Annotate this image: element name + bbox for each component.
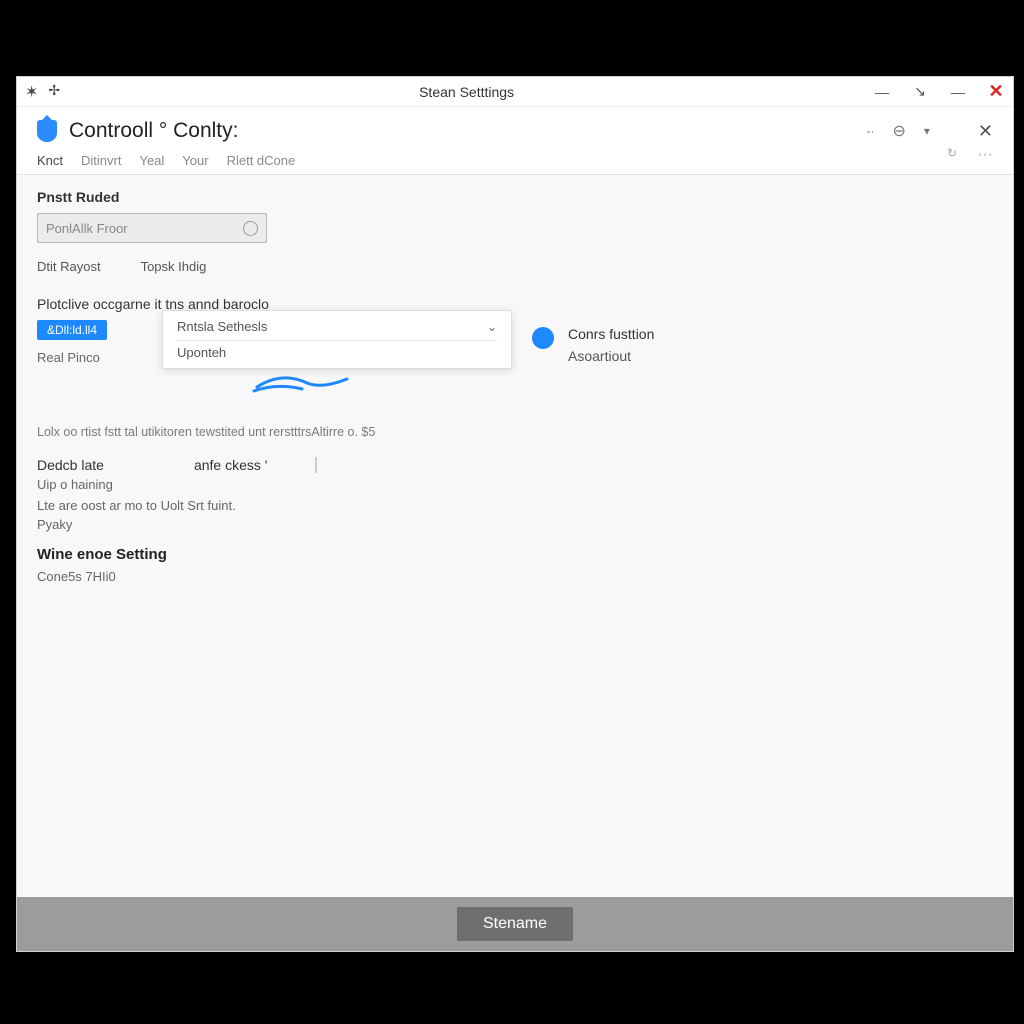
close-soft-icon[interactable]: ✕ bbox=[978, 121, 993, 142]
titlebar-left-icons: ✶ ✢ bbox=[25, 82, 60, 102]
search-placeholder-text: PonlAllk Froor bbox=[46, 221, 128, 236]
dash-icon[interactable]: -· bbox=[866, 124, 874, 138]
tab-1[interactable]: Ditinvrt bbox=[81, 153, 121, 168]
line2: Lte are oost ar mo to Uolt Srt fuint. bbox=[37, 498, 993, 513]
search-input[interactable]: PonlAllk Froor bbox=[37, 213, 267, 243]
settings-window: ✶ ✢ Stean Setttings — ↘ — ✕ Controoll ° … bbox=[16, 76, 1014, 952]
section1-links: Dtit Rayost Topsk Ihdig bbox=[37, 259, 993, 274]
section1-title: Pnstt Ruded bbox=[37, 189, 993, 205]
link-a[interactable]: Dtit Rayost bbox=[37, 259, 101, 274]
content-area: Pnstt Ruded PonlAllk Froor Dtit Rayost T… bbox=[17, 175, 1013, 897]
title-bar: ✶ ✢ Stean Setttings — ↘ — ✕ bbox=[17, 77, 1013, 107]
breadcrumb-text: Controoll ° Conlty: bbox=[69, 119, 238, 143]
tab-4[interactable]: Rlett dCone bbox=[227, 153, 296, 168]
link-b[interactable]: Topsk Ihdig bbox=[141, 259, 207, 274]
pair-a: Dedcb late bbox=[37, 457, 104, 473]
refresh-icon[interactable]: ↻ bbox=[947, 146, 957, 164]
tab-0[interactable]: Knct bbox=[37, 153, 63, 168]
toggle-label: Conrs fusttion bbox=[568, 323, 654, 345]
tabs: Knct Ditinvrt Yeal Your Rlett dCone bbox=[37, 153, 295, 174]
window-title: Stean Setttings bbox=[60, 84, 873, 100]
divider-icon bbox=[315, 457, 317, 473]
minimize1-icon[interactable]: — bbox=[873, 84, 891, 100]
header-actions: -· ⊖ ▾ ✕ bbox=[866, 121, 993, 142]
section3-title: Wine enoe Setting bbox=[37, 546, 993, 563]
star-icon[interactable]: ✶ bbox=[25, 82, 38, 102]
brand-icon bbox=[37, 120, 57, 142]
toggle-group: Conrs fusttion Asoartiout bbox=[532, 323, 654, 368]
header: Controoll ° Conlty: -· ⊖ ▾ ✕ Knct Ditinv… bbox=[17, 107, 1013, 175]
footer-bar: Stename bbox=[17, 897, 1013, 951]
scribble-decoration bbox=[252, 373, 352, 393]
header-secondary-actions: ↻ ··· bbox=[947, 146, 993, 164]
helper-note: Lolx oo rtist fstt tal utikitoren tewsti… bbox=[37, 425, 993, 439]
chevron-down-icon[interactable]: ⌄ bbox=[487, 320, 497, 334]
restore-icon[interactable]: ↘ bbox=[911, 83, 929, 100]
tab-2[interactable]: Yeal bbox=[139, 153, 164, 168]
toggle-dot[interactable] bbox=[532, 327, 554, 349]
dropdown-body[interactable]: Uponteh bbox=[177, 340, 497, 360]
pair-b: anfe ckess ' bbox=[194, 457, 268, 473]
window-controls: — ↘ — ✕ bbox=[873, 81, 1005, 102]
chevron-down-icon[interactable]: ▾ bbox=[924, 124, 930, 138]
primary-footer-button[interactable]: Stename bbox=[457, 907, 573, 941]
more-icon[interactable]: ··· bbox=[977, 146, 993, 164]
blue-tag[interactable]: &Dll:ld.ll4 bbox=[37, 320, 107, 340]
circle-icon[interactable]: ⊖ bbox=[892, 121, 905, 141]
plus-nav-icon[interactable]: ✢ bbox=[48, 82, 60, 102]
line1: Uip o haining bbox=[37, 477, 993, 492]
dropdown-panel[interactable]: Rntsla Sethesls ⌄ Uponteh bbox=[162, 310, 512, 369]
toggle-sublabel: Asoartiout bbox=[568, 345, 654, 367]
pair-row: Dedcb late anfe ckess ' bbox=[37, 457, 993, 473]
line3: Pyaky bbox=[37, 517, 993, 532]
dropdown-head-label: Rntsla Sethesls bbox=[177, 319, 267, 334]
close-icon[interactable]: ✕ bbox=[987, 81, 1005, 102]
breadcrumb: Controoll ° Conlty: bbox=[37, 119, 238, 143]
section3-value: Cone5s 7HIi0 bbox=[37, 569, 993, 584]
search-icon bbox=[243, 221, 258, 236]
minimize2-icon[interactable]: — bbox=[949, 84, 967, 100]
tab-3[interactable]: Your bbox=[182, 153, 208, 168]
